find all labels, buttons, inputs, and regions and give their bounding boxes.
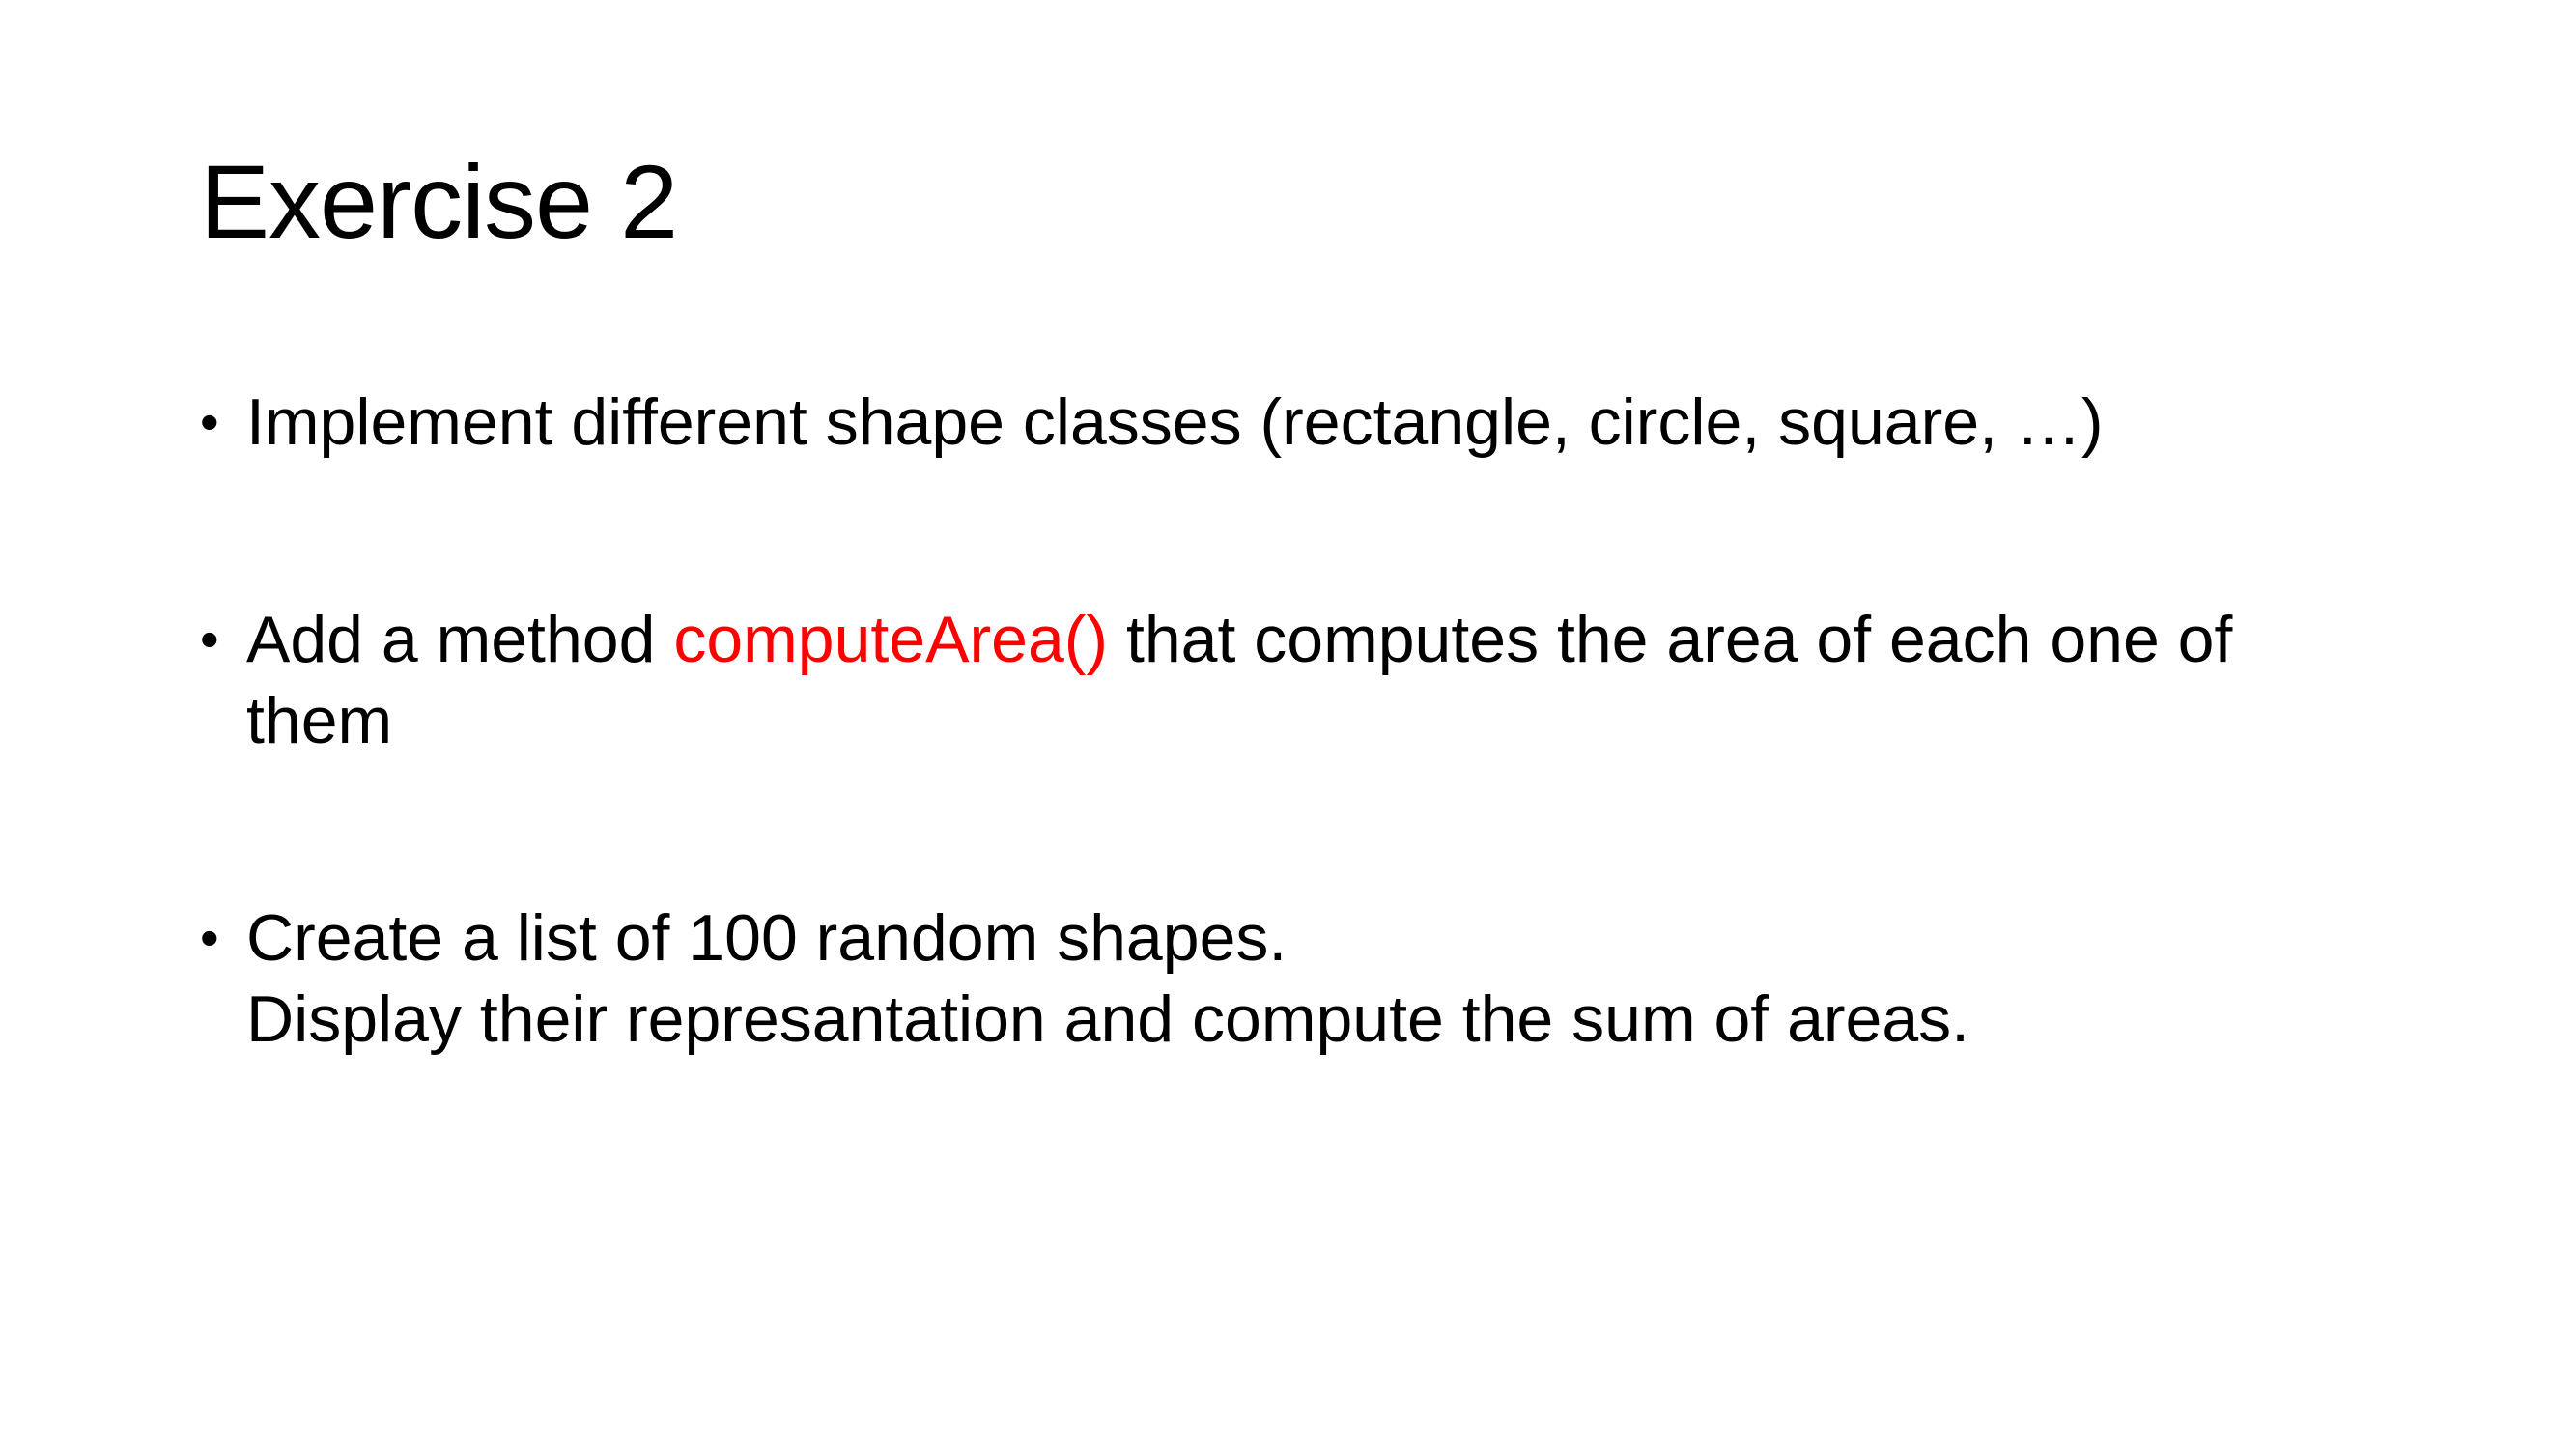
slide: Exercise 2 • Implement different shape c… [0, 0, 2576, 1449]
bullet-text-line-2: Display their represantation and compute… [246, 982, 1970, 1056]
bullet-text-line-1: Create a list of 100 random shapes. [246, 901, 1288, 975]
bullet-text-line-1: Add a method computeArea() that computes… [246, 599, 2421, 680]
method-name-highlight: computeArea() [673, 603, 1109, 676]
bullet-text: Implement different shape classes (recta… [246, 385, 2104, 459]
bullet-item-random-shapes: • Create a list of 100 random shapes. Di… [200, 897, 2421, 1060]
bullet-dot-icon: • [200, 907, 219, 968]
bullet-item-compute-area: • Add a method computeArea() that comput… [200, 599, 2421, 761]
bullet-dot-icon: • [200, 609, 219, 669]
bullet-text-after: that computes the area of each one of [1108, 603, 2233, 676]
bullet-dot-icon: • [200, 391, 219, 452]
slide-title: Exercise 2 [200, 143, 678, 260]
bullet-text-line-2: them [246, 684, 393, 757]
bullet-item-shape-classes: • Implement different shape classes (rec… [200, 382, 2421, 463]
bullet-list: • Implement different shape classes (rec… [200, 382, 2421, 1060]
bullet-text-before: Add a method [246, 603, 674, 676]
